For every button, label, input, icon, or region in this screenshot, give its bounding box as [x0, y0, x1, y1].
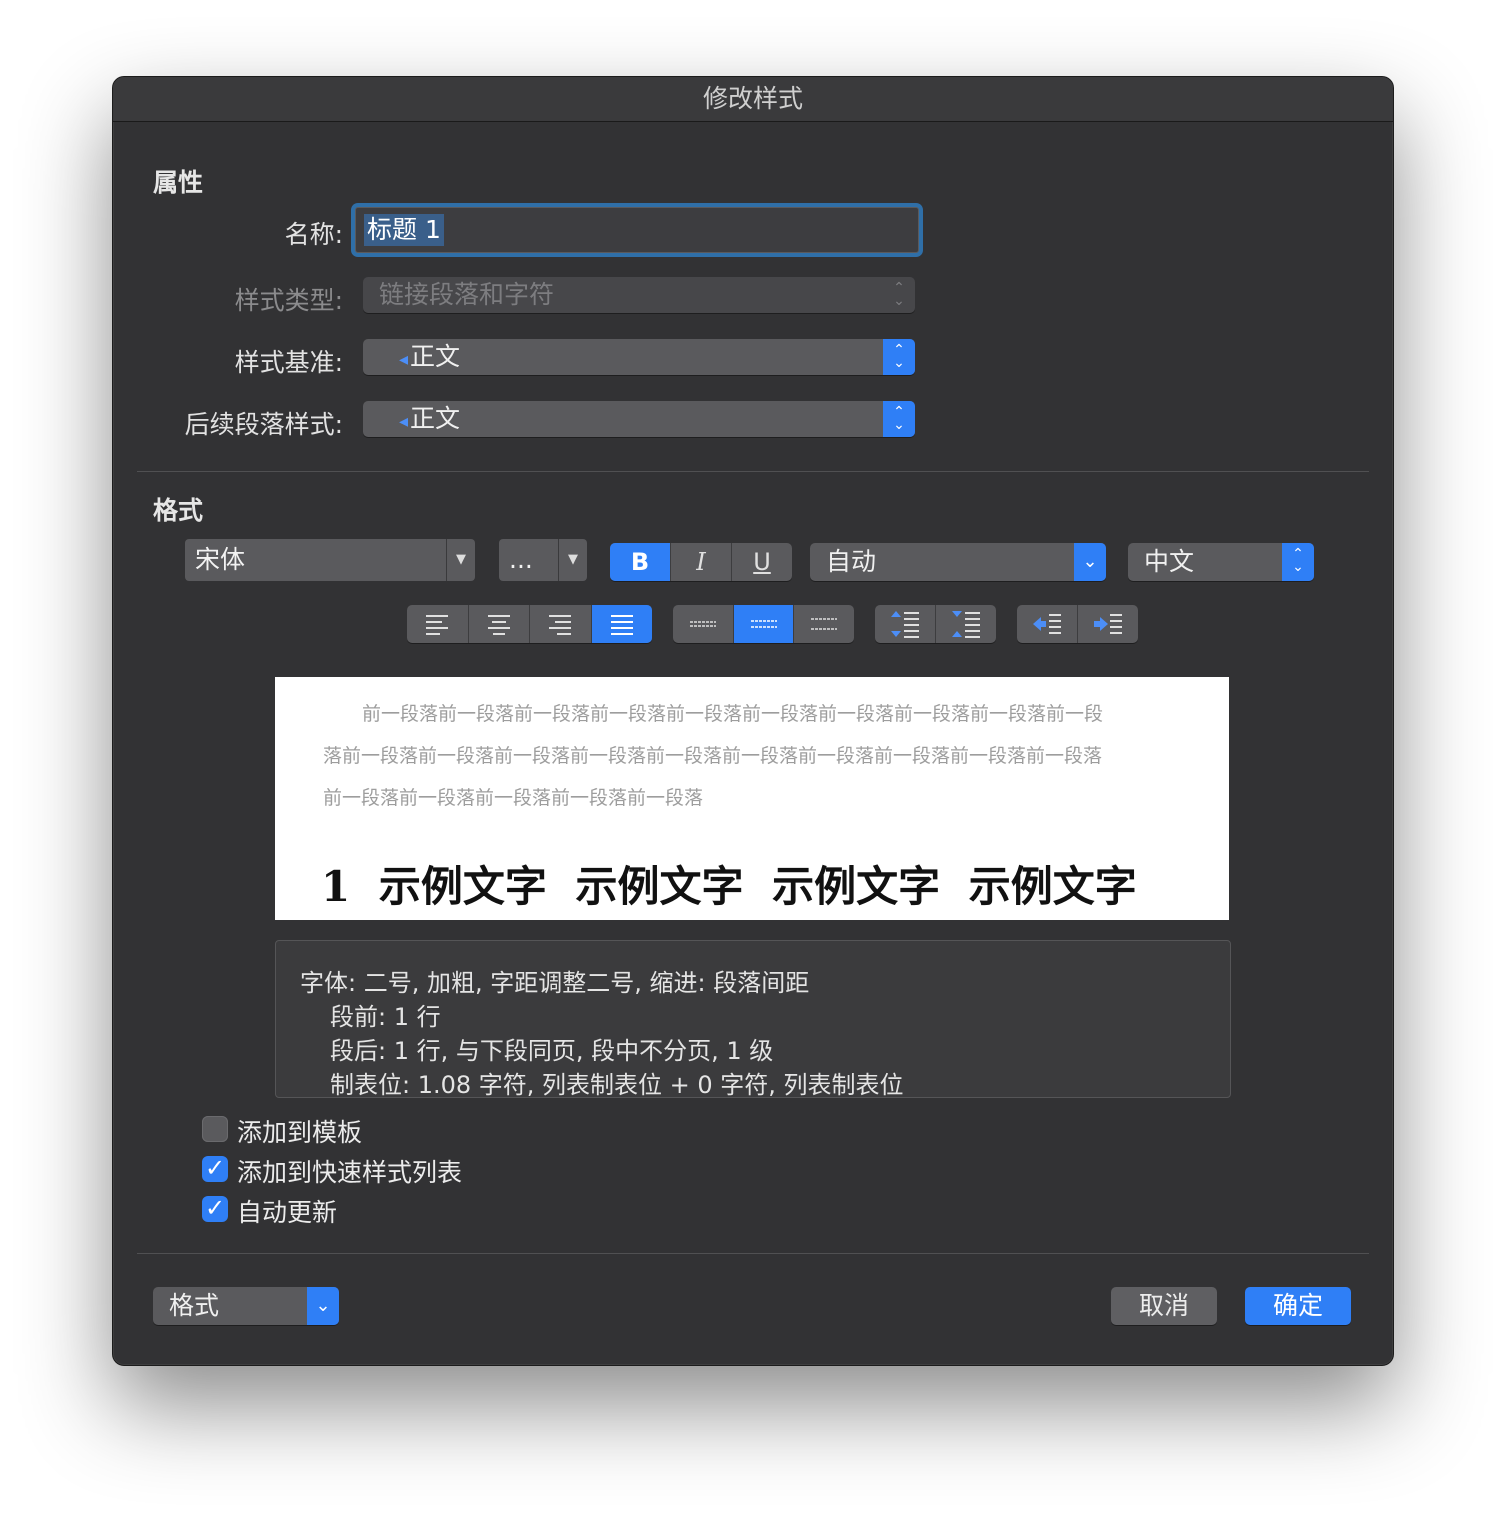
line-spacing-segmented [673, 605, 854, 643]
name-field-value: 标题 1 [364, 214, 444, 246]
properties-heading: 属性 [153, 168, 204, 197]
auto-update-checkbox[interactable]: ✓ [202, 1194, 228, 1222]
style-type-value: 链接段落和字符 [379, 280, 555, 309]
decrease-indent-icon [1033, 614, 1061, 634]
increase-indent-button[interactable] [1077, 605, 1138, 643]
next-style-value: 正文 [410, 404, 461, 433]
italic-label: I [696, 548, 706, 576]
alignment-segmented [407, 605, 652, 643]
chevron-down-icon: ⌄ [1074, 543, 1106, 581]
increase-spacing-button[interactable] [875, 605, 935, 643]
align-right-button[interactable] [529, 605, 591, 643]
font-size-value: ... [509, 545, 533, 574]
align-left-button[interactable] [407, 605, 468, 643]
dropdown-arrow-icon[interactable]: ▼ [446, 539, 475, 581]
bold-label: B [630, 548, 650, 576]
add-to-quick-styles-label[interactable]: 添加到快速样式列表 [237, 1153, 462, 1189]
add-to-template-checkbox[interactable] [202, 1116, 228, 1142]
decrease-indent-button[interactable] [1017, 605, 1077, 643]
style-preview: 前一段落前一段落前一段落前一段落前一段落前一段落前一段落前一段落前一段落前一段 … [275, 677, 1229, 920]
updown-chevron-icon: ⌃ ⌄ [883, 401, 915, 437]
indent-segmented [1017, 605, 1138, 643]
style-description: 字体: 二号, 加粗, 字距调整二号, 缩进: 段落间距 段前: 1 行 段后:… [275, 940, 1231, 1098]
single-spacing-icon [689, 621, 716, 627]
style-type-label: 样式类型: [234, 286, 343, 315]
decrease-spacing-button[interactable] [935, 605, 996, 643]
based-on-label: 样式基准: [234, 348, 343, 377]
ok-button[interactable]: 确定 [1245, 1287, 1351, 1325]
description-line: 制表位: 1.08 字符, 列表制表位 + 0 字符, 列表制表位 [330, 1071, 904, 1098]
add-to-template-label[interactable]: 添加到模板 [237, 1113, 362, 1149]
based-on-value: 正文 [410, 342, 461, 371]
paragraph-style-icon: ◂ [399, 411, 409, 432]
paragraph-style-icon: ◂ [399, 349, 409, 370]
double-spacing-button[interactable] [793, 605, 854, 643]
name-label: 名称: [284, 220, 343, 249]
font-value: 宋体 [195, 545, 246, 574]
align-left-icon [426, 615, 449, 635]
font-combo[interactable]: 宋体 ▼ [185, 539, 475, 581]
font-style-segmented: B I U [610, 543, 792, 581]
preview-sample-text: 1 示例文字 示例文字 示例文字 示例文字 [321, 862, 1137, 911]
format-heading: 格式 [153, 496, 204, 525]
font-size-combo[interactable]: ... ▼ [499, 539, 587, 581]
one-and-half-spacing-icon [750, 620, 777, 628]
dropdown-arrow-icon[interactable]: ▼ [558, 539, 587, 581]
description-line: 段前: 1 行 [330, 1003, 441, 1031]
divider [137, 471, 1369, 472]
one-and-half-spacing-button[interactable] [732, 605, 794, 643]
name-field[interactable]: 标题 1 [355, 207, 919, 253]
preview-prev-paragraph-line: 落前一段落前一段落前一段落前一段落前一段落前一段落前一段落前一段落前一段落前一段… [323, 745, 1103, 767]
modify-style-dialog: 修改样式 属性 名称: 标题 1 样式类型: 链接段落和字符 ⌃ ⌄ 样式基准: … [112, 76, 1394, 1366]
double-spacing-icon [811, 618, 838, 630]
chevron-down-icon: ⌄ [307, 1287, 339, 1325]
bold-button[interactable]: B [610, 543, 670, 581]
updown-chevron-icon: ⌃ ⌄ [1282, 543, 1314, 581]
increase-paragraph-spacing-icon [891, 611, 919, 638]
add-to-quick-styles-checkbox[interactable]: ✓ [202, 1154, 228, 1182]
dialog-title: 修改样式 [113, 77, 1393, 122]
checkmark-icon: ✓ [205, 1154, 226, 1182]
paragraph-spacing-segmented [875, 605, 996, 643]
description-line: 段后: 1 行, 与下段同页, 段中不分页, 1 级 [330, 1037, 774, 1065]
preview-prev-paragraph-line: 前一段落前一段落前一段落前一段落前一段落前一段落前一段落前一段落前一段落前一段 [362, 703, 1104, 725]
format-menu-label: 格式 [169, 1291, 220, 1320]
align-center-icon [487, 615, 510, 635]
italic-button[interactable]: I [670, 543, 731, 581]
preview-prev-paragraph-line: 前一段落前一段落前一段落前一段落前一段落 [323, 787, 704, 809]
underline-label: U [753, 548, 771, 576]
auto-update-label[interactable]: 自动更新 [237, 1193, 337, 1229]
divider [137, 1253, 1369, 1254]
align-right-icon [549, 615, 572, 635]
updown-chevron-icon: ⌃ ⌄ [883, 339, 915, 375]
underline-button[interactable]: U [731, 543, 792, 581]
style-type-select: 链接段落和字符 ⌃ ⌄ [363, 277, 915, 313]
align-justify-icon [610, 615, 633, 635]
decrease-paragraph-spacing-icon [952, 611, 980, 638]
cancel-button[interactable]: 取消 [1111, 1287, 1217, 1325]
language-value: 中文 [1144, 547, 1195, 576]
next-style-select[interactable]: ◂正文 ⌃ ⌄ [363, 401, 915, 437]
align-center-button[interactable] [467, 605, 530, 643]
align-justify-button[interactable] [590, 605, 652, 643]
font-color-select[interactable]: 自动 ⌄ [810, 543, 1106, 581]
format-menu-button[interactable]: 格式 ⌄ [153, 1287, 339, 1325]
updown-chevron-icon: ⌃ ⌄ [893, 280, 905, 309]
based-on-select[interactable]: ◂正文 ⌃ ⌄ [363, 339, 915, 375]
increase-indent-icon [1094, 614, 1122, 634]
language-select[interactable]: 中文 ⌃ ⌄ [1128, 543, 1314, 581]
single-spacing-button[interactable] [673, 605, 733, 643]
next-style-label: 后续段落样式: [184, 410, 343, 439]
checkmark-icon: ✓ [205, 1194, 226, 1222]
description-line: 字体: 二号, 加粗, 字距调整二号, 缩进: 段落间距 [300, 969, 810, 997]
font-color-value: 自动 [826, 547, 877, 576]
